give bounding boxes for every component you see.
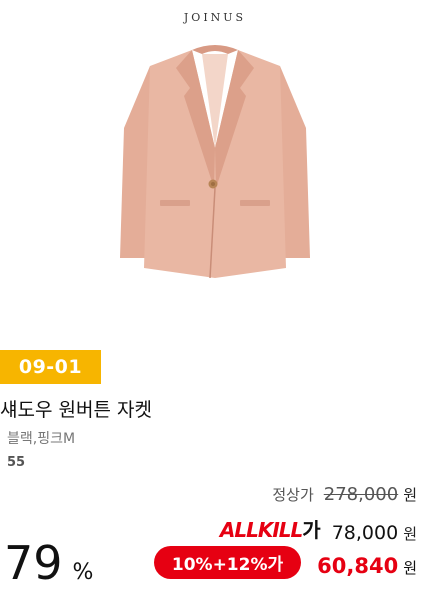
allkill-price-row: ALLKILL가 78,000 원 — [220, 516, 417, 545]
discount-value: 79 — [4, 536, 63, 590]
regular-price-label: 정상가 — [272, 486, 314, 504]
allkill-logo: ALLKILL가 — [219, 514, 321, 543]
brand-logo: JOINUS — [183, 11, 247, 24]
pink-jacket-image[interactable] — [110, 38, 320, 288]
date-badge: 09-01 — [0, 350, 101, 384]
allkill-logo-text: ALLKILL — [219, 518, 303, 542]
final-price-unit: 원 — [403, 559, 417, 577]
product-colors: 블랙,핑크M — [7, 431, 76, 447]
discount-unit: % — [72, 560, 94, 585]
coupon-badge: 10%+12%가 — [153, 546, 302, 579]
product-card[interactable]: JOINUS 09-01 섀도우 원버튼 자켓 블랙,핑크M 55 정상가 27… — [0, 0, 430, 600]
allkill-price-unit: 원 — [403, 525, 417, 543]
regular-price: 278,000 — [323, 484, 399, 505]
allkill-price: 78,000 — [331, 522, 399, 544]
regular-price-unit: 원 — [403, 486, 417, 504]
regular-price-row: 정상가 278,000 원 — [272, 484, 417, 505]
product-title[interactable]: 섀도우 원버튼 자켓 — [0, 395, 152, 422]
coupon-price-row: 10%+12%가 60,840 원 — [153, 546, 417, 582]
discount-rate: 79 % — [4, 540, 93, 586]
allkill-logo-suffix: 가 — [302, 518, 320, 542]
final-price: 60,840 — [317, 554, 399, 578]
product-size: 55 — [7, 455, 26, 470]
